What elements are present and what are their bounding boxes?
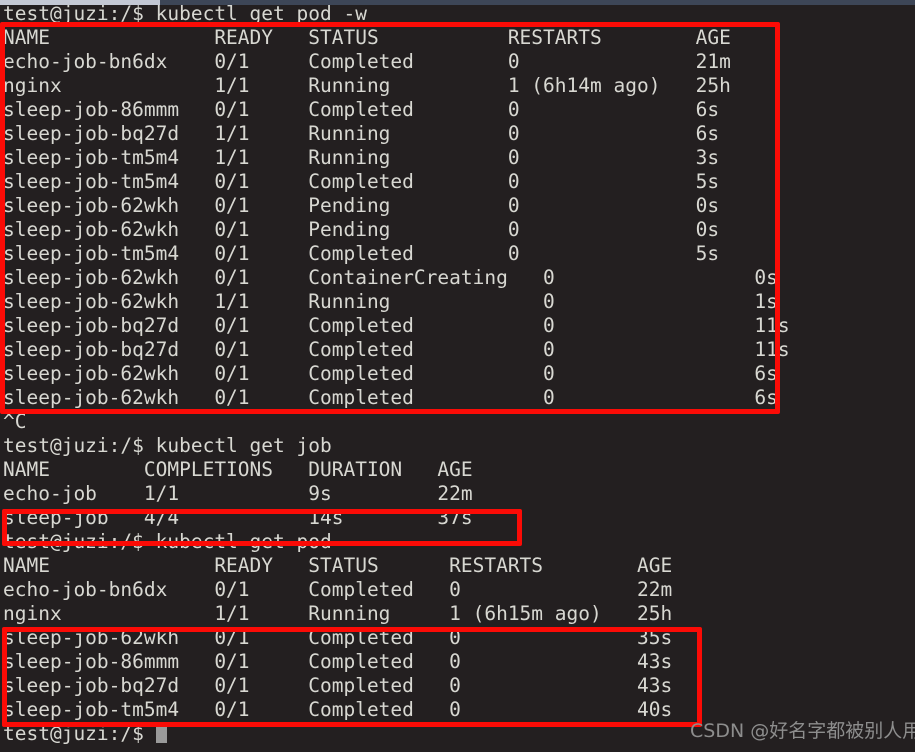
text-cursor: [155, 724, 167, 743]
terminal-window: test@juzi:/$ kubectl get pod -w NAME REA…: [0, 0, 915, 752]
table-row: sleep-job-62wkh 0/1 Pending 0 0s: [3, 218, 720, 241]
terminal-line: test@juzi:/$ kubectl get pod: [3, 530, 332, 553]
table-row: sleep-job-86mmm 0/1 Completed 0 43s: [3, 650, 673, 673]
pod-table-header: NAME READY STATUS RESTARTS AGE: [3, 554, 673, 577]
table-row: sleep-job-bq27d 0/1 Completed 0 43s: [3, 674, 673, 697]
table-row: sleep-job-86mmm 0/1 Completed 0 6s: [3, 98, 720, 121]
table-row: sleep-job-bq27d 0/1 Completed 0 11s: [3, 314, 790, 337]
pod-table-header: NAME READY STATUS RESTARTS AGE: [3, 26, 731, 49]
table-row: sleep-job-bq27d 1/1 Running 0 6s: [3, 122, 720, 145]
table-row: nginx 1/1 Running 1 (6h14m ago) 25h: [3, 74, 731, 97]
table-row: sleep-job 4/4 14s 37s: [3, 506, 473, 529]
terminal-line: test@juzi:/$ kubectl get job: [3, 434, 332, 457]
table-row: sleep-job-tm5m4 1/1 Running 0 3s: [3, 146, 720, 169]
table-row: echo-job 1/1 9s 22m: [3, 482, 473, 505]
table-row: nginx 1/1 Running 1 (6h15m ago) 25h: [3, 602, 673, 625]
table-row: sleep-job-62wkh 0/1 Pending 0 0s: [3, 194, 720, 217]
table-row: sleep-job-62wkh 0/1 Completed 0 35s: [3, 626, 673, 649]
terminal-line: test@juzi:/$ kubectl get pod -w: [3, 2, 367, 25]
table-row: echo-job-bn6dx 0/1 Completed 0 22m: [3, 578, 673, 601]
table-row: sleep-job-62wkh 0/1 Completed 0 6s: [3, 386, 778, 409]
table-row: echo-job-bn6dx 0/1 Completed 0 21m: [3, 50, 731, 73]
table-row: sleep-job-tm5m4 0/1 Completed 0 5s: [3, 242, 720, 265]
job-table-header: NAME COMPLETIONS DURATION AGE: [3, 458, 473, 481]
table-row: sleep-job-62wkh 0/1 ContainerCreating 0 …: [3, 266, 778, 289]
table-row: sleep-job-tm5m4 0/1 Completed 0 5s: [3, 170, 720, 193]
interrupt-marker: ^C: [3, 410, 27, 433]
terminal-output-area[interactable]: test@juzi:/$ kubectl get pod -w NAME REA…: [0, 0, 915, 746]
csdn-watermark: CSDN @好名字都被别人用了: [690, 720, 915, 742]
table-row: sleep-job-bq27d 0/1 Completed 0 11s: [3, 338, 790, 361]
table-row: sleep-job-62wkh 1/1 Running 0 1s: [3, 290, 778, 313]
prompt-text: test@juzi:/$: [3, 722, 156, 745]
table-row: sleep-job-62wkh 0/1 Completed 0 6s: [3, 362, 778, 385]
